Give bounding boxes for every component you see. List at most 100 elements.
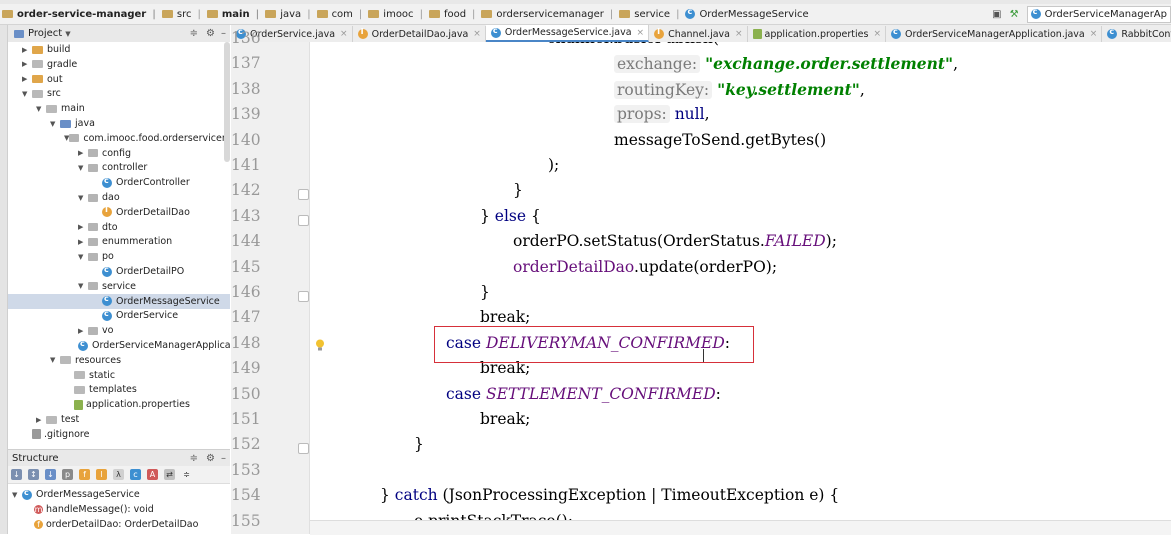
close-icon[interactable]: × (637, 28, 645, 38)
sort-icon[interactable]: ≑ (190, 453, 198, 464)
tree-item[interactable]: ▶ build (8, 42, 230, 57)
close-icon[interactable]: × (735, 29, 743, 39)
tree-item[interactable]: .gitignore (8, 427, 230, 442)
show-lambdas-icon[interactable]: λ (113, 469, 124, 480)
expand-arrow-icon[interactable]: ▼ (12, 491, 22, 499)
editor-tab[interactable]: RabbitConfig.java× (1102, 26, 1171, 42)
tree-item[interactable]: ▶ config (8, 146, 230, 161)
tree-item[interactable]: ▼ src (8, 86, 230, 101)
tree-scrollbar[interactable] (224, 42, 230, 162)
tree-item[interactable]: OrderServiceManagerApplication (8, 338, 230, 353)
tree-item[interactable]: ▼ java (8, 116, 230, 131)
expand-arrow-icon[interactable]: ▼ (78, 253, 88, 261)
structure-item[interactable]: f orderDetailDao: OrderDetailDao (34, 517, 198, 532)
breadcrumb-item[interactable]: order-service-manager | (0, 4, 160, 24)
show-fields-icon[interactable]: p (62, 469, 73, 480)
code-editor[interactable]: channel.basicPublish(messageToSend.getBy… (310, 42, 1171, 534)
breadcrumb-item[interactable]: orderservicemanager | (479, 4, 617, 24)
expand-arrow-icon[interactable]: ▶ (22, 46, 32, 54)
editor-tab[interactable]: application.properties × (748, 26, 886, 42)
tree-item[interactable]: ▼ main (8, 101, 230, 116)
dropdown-icon[interactable]: ▼ (65, 30, 70, 38)
tree-item[interactable]: ▶ gradle (8, 57, 230, 72)
close-icon[interactable]: × (873, 29, 881, 39)
editor-gutter[interactable]: 136 137 138 139 140 141 142 143 144 145 146 147 148 1… (231, 29, 310, 534)
tree-item[interactable]: ▶ out (8, 72, 230, 87)
tree-item[interactable]: static (8, 368, 230, 383)
show-inherited-icon[interactable]: ↓ (45, 469, 56, 480)
sort-visibility-icon[interactable]: ↕ (28, 469, 39, 480)
expand-arrow-icon[interactable]: ▶ (78, 238, 88, 246)
tree-item[interactable]: ▶ test (8, 412, 230, 427)
editor-tab[interactable]: OrderMessageService.java × (485, 25, 650, 42)
expand-arrow-icon[interactable]: ▶ (78, 149, 88, 157)
show-anonymous-icon[interactable]: c (130, 469, 141, 480)
editor-tab[interactable]: Channel.java × (649, 26, 748, 42)
fold-marker-icon[interactable] (298, 443, 309, 455)
show-properties-icon[interactable]: f (79, 469, 90, 480)
expand-arrow-icon[interactable]: ▼ (78, 164, 88, 172)
structure-item[interactable]: ▼ OrderMessageService (12, 487, 140, 502)
tree-item[interactable]: OrderMessageService (8, 293, 230, 309)
close-icon[interactable]: × (1090, 29, 1098, 39)
hide-icon[interactable]: – (221, 453, 226, 464)
tree-item[interactable]: OrderDetailPO (8, 264, 230, 279)
gear-icon[interactable]: ⚙ (206, 28, 215, 39)
expand-arrow-icon[interactable]: ▶ (22, 60, 32, 68)
fold-marker-icon[interactable] (298, 214, 309, 226)
expand-arrow-icon[interactable]: ▼ (50, 356, 60, 364)
breadcrumb-item[interactable]: main | (205, 4, 263, 24)
expand-all-icon[interactable]: ≑ (181, 469, 192, 480)
tree-item[interactable]: OrderController (8, 175, 230, 190)
breadcrumb-item[interactable]: java | (263, 4, 314, 24)
breadcrumb-item[interactable]: src | (160, 4, 205, 24)
breadcrumb-item[interactable]: com | (315, 4, 367, 24)
gear-icon[interactable]: ⚙ (206, 453, 215, 464)
tree-item[interactable]: ▶ enummeration (8, 234, 230, 249)
hide-icon[interactable]: – (221, 28, 226, 39)
expand-arrow-icon[interactable]: ▶ (22, 75, 32, 83)
tree-item[interactable]: ▶ dto (8, 220, 230, 235)
fold-marker-icon[interactable] (298, 189, 309, 201)
expand-arrow-icon[interactable]: ▼ (78, 194, 88, 202)
lightbulb-icon[interactable] (315, 339, 325, 351)
tree-item[interactable]: OrderService (8, 308, 230, 323)
tree-item[interactable]: ▼ controller (8, 160, 230, 175)
tree-item[interactable]: templates (8, 382, 230, 397)
build-icon[interactable]: ⚒ (1010, 9, 1019, 20)
tool-window-strip[interactable] (0, 25, 8, 534)
tree-item[interactable]: ▼ service (8, 279, 230, 294)
tree-item[interactable]: ▼com.imooc.food.orderservicemanager (8, 131, 230, 146)
sort-alpha-icon[interactable]: ↓ (11, 469, 22, 480)
expand-arrow-icon[interactable]: ▶ (78, 327, 88, 335)
tree-item[interactable]: ▶ vo (8, 323, 230, 338)
autoscroll-icon[interactable]: ⇄ (164, 469, 175, 480)
show-abstract-icon[interactable]: A (147, 469, 158, 480)
breadcrumb-item[interactable]: OrderMessageService (683, 4, 812, 24)
expand-arrow-icon[interactable]: ▼ (78, 282, 88, 290)
tree-item[interactable]: OrderDetailDao (8, 205, 230, 220)
tree-item[interactable]: application.properties (8, 397, 230, 412)
close-icon[interactable]: × (473, 29, 481, 39)
breadcrumb-item[interactable]: service | (617, 4, 683, 24)
collapse-icon[interactable]: ≑ (190, 28, 198, 39)
expand-arrow-icon[interactable]: ▶ (36, 416, 46, 424)
expand-arrow-icon[interactable]: ▼ (36, 105, 46, 113)
expand-arrow-icon[interactable]: ▼ (22, 90, 32, 98)
run-config-selector[interactable]: OrderServiceManagerAp (1026, 5, 1171, 23)
expand-arrow-icon[interactable]: ▶ (78, 223, 88, 231)
editor-tab[interactable]: OrderDetailDao.java × (353, 26, 486, 42)
fold-marker-icon[interactable] (298, 291, 309, 302)
breadcrumb-item[interactable]: food | (427, 4, 479, 24)
tree-item[interactable]: ▼ po (8, 249, 230, 264)
editor-tab[interactable]: OrderServiceManagerApplication.java × (886, 26, 1103, 42)
breadcrumb-item[interactable]: imooc | (366, 4, 427, 24)
structure-item[interactable]: m handleMessage(): void (34, 502, 154, 517)
tree-item[interactable]: ▼ dao (8, 190, 230, 205)
show-non-public-icon[interactable]: l (96, 469, 107, 480)
expand-arrow-icon[interactable]: ▼ (50, 120, 60, 128)
layout-icon[interactable]: ▣ (992, 9, 1001, 20)
close-icon[interactable]: × (340, 29, 348, 39)
tree-item[interactable]: ▼ resources (8, 353, 230, 368)
project-panel-title[interactable]: Project (28, 28, 62, 39)
